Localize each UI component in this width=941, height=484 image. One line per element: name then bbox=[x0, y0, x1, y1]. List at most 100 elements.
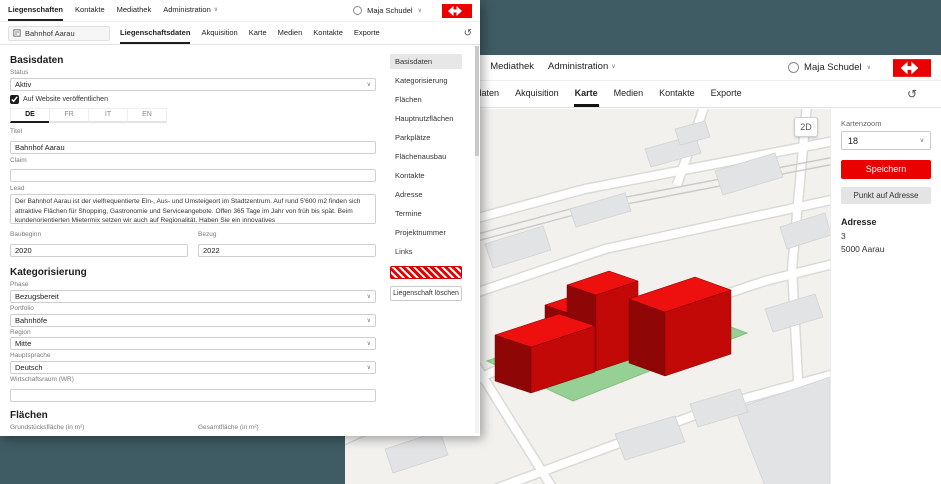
kartenzoom-label: Kartenzoom bbox=[841, 119, 931, 128]
user-menu-map[interactable]: Maja Schudel∨ bbox=[788, 62, 871, 73]
tab-karte[interactable]: Karte bbox=[249, 22, 267, 44]
section-title-kategorisierung: Kategorisierung bbox=[10, 267, 376, 278]
lead-label: Lead bbox=[10, 185, 376, 193]
scrollbar-track[interactable] bbox=[475, 46, 479, 433]
anchor-adresse[interactable]: Adresse bbox=[390, 187, 462, 202]
tab-exporte[interactable]: Exporte bbox=[354, 22, 380, 44]
anchor-kontakte[interactable]: Kontakte bbox=[390, 168, 462, 183]
toolbar: Bahnhof Aarau Liegenschaftsdaten Akquisi… bbox=[0, 22, 480, 45]
anchor-flaechen[interactable]: Flächen bbox=[390, 92, 462, 107]
lang-tab-de[interactable]: DE bbox=[10, 108, 50, 123]
nav-liegenschaften[interactable]: Liegenschaften bbox=[8, 0, 63, 21]
property-search[interactable]: Bahnhof Aarau bbox=[8, 26, 110, 41]
tab-akquisition-map[interactable]: Akquisition bbox=[514, 81, 560, 107]
phase-label: Phase bbox=[10, 281, 376, 289]
hauptsprache-label: Hauptsprache bbox=[10, 352, 376, 360]
address-title: Adresse bbox=[841, 217, 931, 227]
nav-administration-label: Administration bbox=[548, 61, 608, 72]
address-line-2: 5000 Aarau bbox=[841, 243, 931, 256]
hauptsprache-select[interactable]: Deutsch ∨ bbox=[10, 361, 376, 374]
titel-input[interactable] bbox=[10, 141, 376, 154]
publish-label: Auf Website veröffentlichen bbox=[23, 96, 108, 103]
status-value: Aktiv bbox=[15, 80, 31, 89]
nav-administration-map[interactable]: Administration∨ bbox=[548, 55, 616, 80]
nav-mediathek[interactable]: Mediathek bbox=[117, 0, 152, 21]
baubeginn-input[interactable] bbox=[10, 244, 188, 257]
tab-kontakte-map[interactable]: Kontakte bbox=[658, 81, 696, 107]
tab-exporte-map[interactable]: Exporte bbox=[710, 81, 743, 107]
chevron-down-icon: ∨ bbox=[214, 6, 218, 13]
status-label: Status bbox=[10, 69, 376, 77]
bezug-input[interactable] bbox=[198, 244, 376, 257]
publish-checkbox[interactable] bbox=[10, 95, 19, 104]
tab-medien-map[interactable]: Medien bbox=[613, 81, 645, 107]
region-value: Mitte bbox=[15, 339, 31, 348]
form-body: Basisdaten Status Aktiv ∨ Auf Website ver… bbox=[0, 46, 480, 436]
history-icon[interactable]: ↺ bbox=[907, 87, 917, 101]
region-label: Region bbox=[10, 329, 376, 337]
anchor-hauptnutzflaechen[interactable]: Hauptnutzflächen bbox=[390, 111, 462, 126]
chevron-down-icon: ∨ bbox=[611, 63, 615, 70]
sbb-logo-icon bbox=[442, 4, 472, 18]
chevron-down-icon: ∨ bbox=[367, 364, 371, 371]
save-button-disabled[interactable] bbox=[390, 266, 462, 279]
hauptsprache-value: Deutsch bbox=[15, 363, 43, 372]
save-button[interactable]: Speichern bbox=[841, 160, 931, 179]
nav-administration[interactable]: Administration∨ bbox=[163, 0, 218, 21]
language-tabs: DE FR IT EN bbox=[10, 108, 376, 123]
building-icon bbox=[13, 29, 21, 37]
property-form-window: Liegenschaften Kontakte Mediathek Admini… bbox=[0, 0, 480, 436]
chevron-down-icon: ∨ bbox=[920, 137, 924, 144]
lead-textarea[interactable]: Der Bahnhof Aarau ist der vielfrequentie… bbox=[10, 194, 376, 224]
anchor-flaechenausbau[interactable]: Flächenausbau bbox=[390, 149, 462, 164]
anchor-parkplaetze[interactable]: Parkplätze bbox=[390, 130, 462, 145]
anchor-projektnummer[interactable]: Projektnummer bbox=[390, 225, 462, 240]
wirtschaftsraum-label: Wirtschaftsraum (WR) bbox=[10, 376, 376, 384]
tab-medien[interactable]: Medien bbox=[278, 22, 303, 44]
avatar-icon bbox=[788, 62, 799, 73]
form-column: Basisdaten Status Aktiv ∨ Auf Website ver… bbox=[10, 46, 376, 436]
user-menu[interactable]: Maja Schudel ∨ bbox=[353, 6, 422, 15]
claim-input[interactable] bbox=[10, 169, 376, 182]
tab-akquisition[interactable]: Akquisition bbox=[201, 22, 237, 44]
user-name: Maja Schudel bbox=[367, 6, 412, 15]
section-title-basisdaten: Basisdaten bbox=[10, 55, 376, 66]
chevron-down-icon: ∨ bbox=[367, 317, 371, 324]
map-2d-toggle-button[interactable]: 2D bbox=[794, 117, 818, 137]
scrollbar-thumb[interactable] bbox=[475, 46, 479, 156]
anchor-termine[interactable]: Termine bbox=[390, 206, 462, 221]
avatar-icon bbox=[353, 6, 362, 15]
portfolio-select[interactable]: Bahnhöfe∨ bbox=[10, 314, 376, 327]
chevron-down-icon: ∨ bbox=[867, 64, 871, 71]
status-select[interactable]: Aktiv ∨ bbox=[10, 78, 376, 91]
gesamtflaeche-label: Gesamtfläche (in m²) bbox=[198, 424, 376, 432]
anchor-basisdaten[interactable]: Basisdaten bbox=[390, 54, 462, 69]
tab-liegenschaftsdaten[interactable]: Liegenschaftsdaten bbox=[120, 22, 190, 44]
baubeginn-label: Baubeginn bbox=[10, 231, 188, 239]
chevron-down-icon: ∨ bbox=[367, 293, 371, 300]
wirtschaftsraum-input[interactable] bbox=[10, 389, 376, 402]
map-sidebar: Kartenzoom 18∨ Speichern Punkt auf Adres… bbox=[830, 109, 941, 484]
anchor-links[interactable]: Links bbox=[390, 244, 462, 259]
history-icon[interactable]: ↺ bbox=[464, 28, 472, 39]
phase-select[interactable]: Bezugsbereit∨ bbox=[10, 290, 376, 303]
anchor-kategorisierung[interactable]: Kategorisierung bbox=[390, 73, 462, 88]
point-on-address-button[interactable]: Punkt auf Adresse bbox=[841, 187, 931, 204]
publish-checkbox-row[interactable]: Auf Website veröffentlichen bbox=[10, 95, 376, 104]
grundstuecksflaeche-label: Grundstücksfläche (in m²) bbox=[10, 424, 188, 432]
titel-label: Titel bbox=[10, 128, 376, 136]
section-title-flaechen: Flächen bbox=[10, 410, 376, 421]
nav-mediathek-map[interactable]: Mediathek bbox=[490, 55, 534, 80]
chevron-down-icon: ∨ bbox=[367, 81, 371, 88]
lang-tab-en[interactable]: EN bbox=[127, 108, 167, 123]
tab-kontakte[interactable]: Kontakte bbox=[313, 22, 343, 44]
sbb-logo-icon bbox=[893, 59, 931, 77]
chevron-down-icon: ∨ bbox=[418, 7, 422, 14]
region-select[interactable]: Mitte∨ bbox=[10, 337, 376, 350]
delete-property-button[interactable]: Liegenschaft löschen bbox=[390, 286, 462, 301]
lang-tab-fr[interactable]: FR bbox=[49, 108, 89, 123]
lang-tab-it[interactable]: IT bbox=[88, 108, 128, 123]
tab-karte-map[interactable]: Karte bbox=[574, 81, 599, 107]
nav-kontakte[interactable]: Kontakte bbox=[75, 0, 105, 21]
kartenzoom-select[interactable]: 18∨ bbox=[841, 131, 931, 150]
